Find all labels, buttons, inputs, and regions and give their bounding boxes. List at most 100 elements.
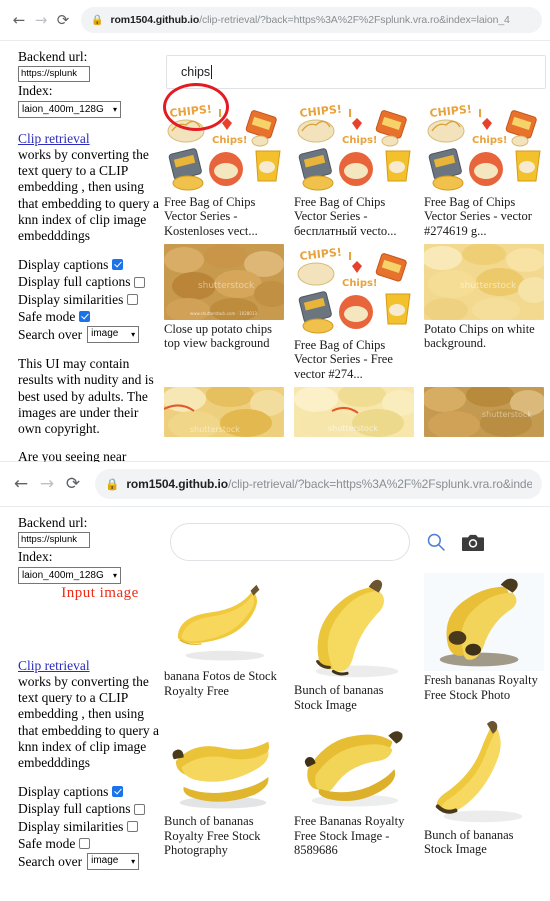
checkbox-icon[interactable] (127, 293, 139, 305)
clip-retrieval-link[interactable]: Clip retrieval (18, 131, 160, 147)
result-caption: Free Bag of Chips Vector Series - беспла… (293, 194, 397, 238)
result-item[interactable]: shutterstock (160, 383, 290, 441)
search-over-row[interactable]: Search over image ▾ (18, 852, 160, 871)
option-display-captions[interactable]: Display captions (18, 256, 160, 273)
option-display-captions[interactable]: Display captions (18, 783, 160, 800)
option-label: Display similarities (18, 291, 124, 307)
camera-icon[interactable] (462, 533, 484, 552)
svg-text:shutterstock: shutterstock (190, 425, 240, 434)
result-caption: banana Fotos de Stock Royalty Free (164, 669, 277, 698)
option-label: Display captions (18, 257, 109, 273)
result-thumbnail[interactable]: CHIPS! I Chips! (164, 101, 284, 193)
lock-icon: 🔒 (91, 14, 104, 26)
result-item[interactable]: shutterstock (290, 383, 420, 441)
result-thumbnail[interactable] (293, 717, 414, 813)
back-icon[interactable]: ← (8, 9, 30, 31)
result-thumbnail[interactable]: CHIPS! I Chips! (293, 101, 414, 193)
url-domain: rom1504.github.io (126, 477, 228, 491)
result-thumbnail[interactable]: shutterstock (293, 387, 414, 438)
results-grid-image: banana Fotos de Stock Royalty Free Bunch… (160, 569, 550, 859)
result-thumbnail[interactable]: CHIPS! I Chips! (423, 101, 544, 193)
reload-icon[interactable]: ⟳ (60, 471, 86, 497)
search-over-row[interactable]: Search over image ▾ (18, 325, 160, 344)
browser-chrome-top: ← → ⟳ 🔒 rom1504.github.io/clip-retrieval… (0, 0, 550, 40)
result-thumbnail[interactable]: shutterstock (423, 244, 544, 321)
option-safe-mode[interactable]: Safe mode (18, 835, 160, 852)
result-item[interactable]: CHIPS! I Chips! Free Bag of Chips Vector… (290, 97, 420, 240)
option-display-full-captions[interactable]: Display full captions (18, 800, 160, 817)
index-select-value: laion_400m_128G (22, 103, 104, 115)
search-over-value: image (91, 855, 119, 867)
forward-icon[interactable]: → (34, 471, 60, 497)
result-caption: Potato Chips on white background. (423, 322, 535, 351)
reload-icon[interactable]: ⟳ (52, 9, 74, 31)
index-select[interactable]: laion_400m_128G ▾ (18, 566, 121, 584)
result-thumbnail[interactable] (164, 573, 284, 668)
index-label: Index: (18, 82, 53, 98)
result-item[interactable]: Bunch of bananas Royalty Free Stock Phot… (160, 714, 290, 860)
option-display-full-captions[interactable]: Display full captions (18, 273, 160, 290)
magnifier-icon[interactable] (426, 532, 446, 552)
checkbox-icon[interactable] (134, 803, 146, 815)
checkbox-icon[interactable] (79, 838, 91, 850)
option-display-similarities[interactable]: Display similarities (18, 291, 160, 308)
result-item[interactable]: CHIPS! I Chips! Free Bag of Chips Vector… (160, 97, 290, 240)
address-bar[interactable]: 🔒 rom1504.github.io/clip-retrieval/?back… (95, 469, 542, 499)
result-thumbnail[interactable] (423, 717, 544, 827)
clip-description: Clip retrieval works by converting the t… (18, 658, 160, 771)
result-item[interactable]: banana Fotos de Stock Royalty Free (160, 569, 290, 700)
result-item[interactable]: Fresh bananas Royalty Free Stock Photo (420, 569, 550, 704)
result-item[interactable]: shutterstock www.shutterstock.com · 1028… (160, 240, 290, 353)
result-thumbnail[interactable] (293, 573, 414, 682)
results-grid-text: CHIPS! I Chips! Free Bag of Chips Vector… (160, 97, 550, 441)
result-caption: Free Bag of Chips Vector Series - vector… (423, 194, 532, 238)
svg-text:www.shutterstock.com · 1028013: www.shutterstock.com · 1028013 (190, 311, 257, 316)
svg-text:shutterstock: shutterstock (482, 410, 532, 419)
result-item[interactable]: CHIPS! I Chips! Free Bag of Chips Vector… (290, 240, 420, 383)
svg-text:Chips!: Chips! (212, 135, 248, 146)
result-item[interactable]: Free Bananas Royalty Free Stock Image - … (290, 714, 420, 860)
checkbox-icon[interactable] (112, 786, 124, 798)
checkbox-icon[interactable] (79, 311, 91, 323)
backend-url-input[interactable]: https://splunk (18, 65, 90, 82)
result-caption: Free Bananas Royalty Free Stock Image - … (293, 814, 405, 858)
search-over-value: image (91, 328, 119, 340)
result-caption: Fresh bananas Royalty Free Stock Photo (423, 673, 538, 702)
index-select[interactable]: laion_400m_128G ▾ (18, 100, 121, 118)
result-item[interactable]: shutterstock (420, 383, 550, 441)
result-item[interactable]: shutterstock Potato Chips on white backg… (420, 240, 550, 353)
backend-url-input[interactable]: https://splunk (18, 531, 90, 548)
address-bar[interactable]: 🔒 rom1504.github.io/clip-retrieval/?back… (81, 7, 542, 33)
clip-retrieval-app-image: Backend url: https://splunk Index: laion… (0, 507, 550, 872)
result-caption: Bunch of bananas Royalty Free Stock Phot… (164, 814, 261, 858)
result-thumbnail[interactable] (164, 717, 284, 813)
search-over-select[interactable]: image ▾ (87, 853, 140, 871)
options-group-text: Display captions Display full captions D… (18, 256, 160, 344)
forward-icon[interactable]: → (30, 9, 52, 31)
result-thumbnail[interactable]: shutterstock (164, 387, 284, 438)
result-thumbnail[interactable]: shutterstock www.shutterstock.com · 1028… (164, 244, 284, 321)
checkbox-icon[interactable] (127, 820, 139, 832)
camera-search-button[interactable] (462, 533, 484, 552)
sidebar-image-query: Backend url: https://splunk Index: laion… (0, 507, 160, 871)
clip-description-text: works by converting the text query to a … (18, 147, 159, 243)
result-item[interactable]: CHIPS! I Chips! Free Bag of Chips Vector… (420, 97, 550, 240)
clip-retrieval-link[interactable]: Clip retrieval (18, 658, 160, 674)
search-input[interactable] (170, 523, 410, 561)
svg-text:I: I (478, 107, 482, 120)
back-icon[interactable]: ← (8, 471, 34, 497)
option-display-similarities[interactable]: Display similarities (18, 818, 160, 835)
checkbox-icon[interactable] (134, 276, 146, 288)
result-thumbnail[interactable] (423, 573, 544, 672)
result-caption: Free Bag of Chips Vector Series - Kosten… (164, 194, 258, 238)
result-item[interactable]: Bunch of bananas Stock Image (420, 714, 550, 859)
search-button[interactable] (426, 532, 446, 552)
search-input[interactable]: chips (166, 55, 546, 89)
result-thumbnail[interactable]: shutterstock (423, 387, 544, 438)
result-item[interactable]: Bunch of bananas Stock Image (290, 569, 420, 714)
svg-text:Chips!: Chips! (342, 135, 378, 146)
search-over-select[interactable]: image ▾ (87, 326, 140, 344)
result-thumbnail[interactable]: CHIPS! I Chips! (293, 244, 414, 337)
option-safe-mode[interactable]: Safe mode (18, 308, 160, 325)
checkbox-icon[interactable] (112, 259, 124, 271)
